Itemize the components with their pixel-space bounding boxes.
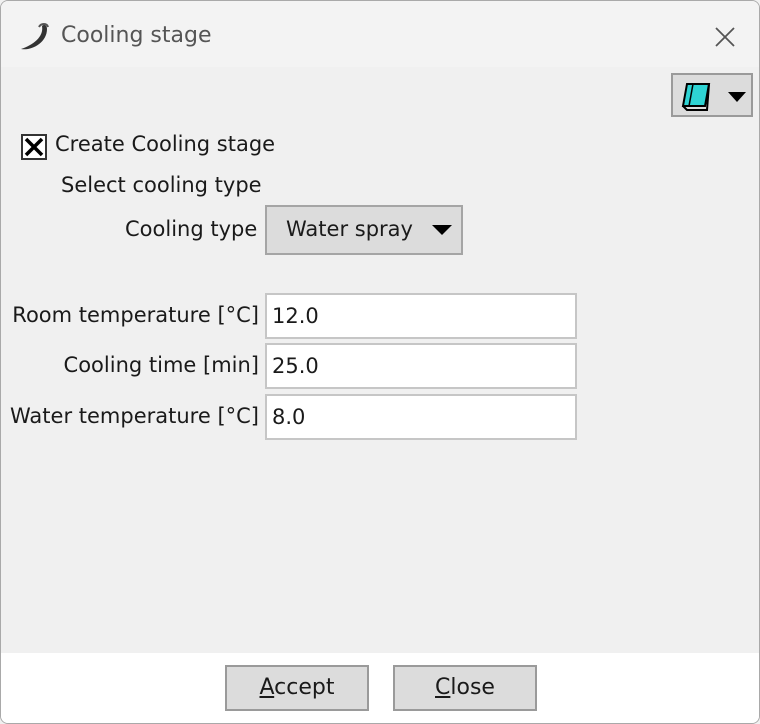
button-bar: Accept Close	[1, 653, 759, 723]
cooling-type-value: Water spray	[286, 217, 413, 241]
app-logo-icon	[21, 23, 49, 50]
chevron-down-icon	[432, 225, 452, 235]
notebook-icon	[681, 83, 711, 111]
water-temperature-field[interactable]	[265, 394, 577, 440]
close-label-rest: lose	[450, 675, 495, 700]
cooling-type-label: Cooling type	[125, 217, 258, 241]
accept-label-rest: ccept	[274, 675, 335, 700]
window-title: Cooling stage	[61, 23, 212, 48]
chevron-down-icon	[728, 92, 746, 102]
room-temperature-label: Room temperature [°C]	[12, 303, 259, 327]
select-cooling-type-label: Select cooling type	[61, 173, 262, 197]
close-button[interactable]: Close	[393, 665, 537, 711]
notebook-menu-button[interactable]	[671, 73, 753, 117]
accept-mnemonic: A	[259, 675, 275, 700]
title-bar: Cooling stage	[1, 1, 759, 67]
cooling-stage-dialog: Cooling stage Create Cooling stage Selec…	[0, 0, 760, 724]
close-icon[interactable]	[705, 17, 745, 57]
check-x-icon	[24, 137, 44, 157]
close-mnemonic: C	[435, 675, 451, 700]
cooling-type-select[interactable]: Water spray	[265, 205, 463, 255]
accept-button[interactable]: Accept	[225, 665, 369, 711]
cooling-time-field[interactable]	[265, 343, 577, 389]
create-cooling-stage-checkbox[interactable]	[21, 134, 47, 160]
room-temperature-field[interactable]	[265, 293, 577, 339]
create-cooling-stage-label: Create Cooling stage	[55, 132, 276, 156]
cooling-time-label: Cooling time [min]	[63, 353, 259, 377]
water-temperature-label: Water temperature [°C]	[10, 404, 259, 428]
